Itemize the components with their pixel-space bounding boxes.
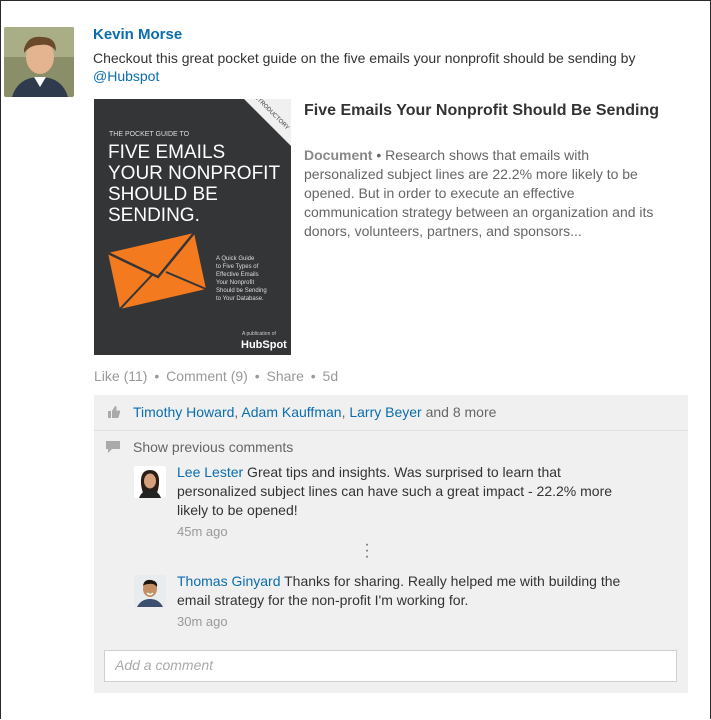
vertical-ellipsis-icon[interactable]: · · · (362, 537, 372, 565)
speech-bubble-icon (105, 440, 121, 459)
comment-body: Thomas Ginyard Thanks for sharing. Reall… (177, 572, 637, 631)
thumb-title-line-2: YOUR NONPROFIT (108, 163, 280, 184)
commenter-name[interactable]: Thomas Ginyard (177, 573, 280, 589)
mention-link[interactable]: @Hubspot (93, 67, 693, 85)
action-separator: • (254, 368, 260, 384)
post-age: 5d (322, 368, 339, 384)
likers-text: Timothy Howard, Adam Kauffman, Larry Bey… (133, 404, 496, 420)
commenter-avatar[interactable] (134, 466, 166, 498)
thumb-blurb-line-5: Should be Sending (216, 288, 267, 294)
thumb-kicker: THE POCKET GUIDE TO (109, 131, 190, 138)
thumb-blurb-line-4: Your Nonprofit (216, 280, 254, 286)
thumb-title-line-4: SENDING. (108, 205, 200, 226)
share-button[interactable]: Share (267, 368, 304, 384)
add-comment-box[interactable] (104, 650, 677, 682)
post-text: Checkout this great pocket guide on the … (93, 49, 693, 85)
document-thumbnail[interactable]: INTRODUCTORY THE POCKET GUIDE TO FIVE EM… (94, 99, 291, 355)
thumbs-up-icon (107, 405, 121, 424)
like-button[interactable]: Like (11) (94, 368, 147, 384)
show-previous-comments[interactable]: Show previous comments (133, 439, 293, 455)
thumb-blurb-line-1: A Quick Guide (216, 256, 255, 262)
hubspot-logo: HubSpot (241, 339, 287, 351)
comment-button[interactable]: Comment (9) (166, 368, 248, 384)
comment-time: 30m ago (177, 614, 228, 629)
thumb-publisher-label: A publication of (242, 331, 277, 337)
liker-name[interactable]: Timothy Howard (133, 404, 234, 420)
comment-text: Great tips and insights. Was surprised t… (177, 464, 613, 518)
post-actions: Like (11) • Comment (9) • Share • 5d (94, 368, 341, 384)
liker-name[interactable]: Adam Kauffman (241, 404, 341, 420)
commenter-avatar[interactable] (134, 575, 166, 607)
document-title[interactable]: Five Emails Your Nonprofit Should Be Sen… (304, 100, 664, 121)
social-panel: Timothy Howard, Adam Kauffman, Larry Bey… (94, 395, 688, 693)
liker-name[interactable]: Larry Beyer (349, 404, 421, 420)
author-name[interactable]: Kevin Morse (93, 26, 182, 43)
thumb-blurb-line-2: to Five Types of (216, 264, 259, 270)
thumb-blurb-line-3: Effective Emails (216, 272, 259, 278)
likes-row: Timothy Howard, Adam Kauffman, Larry Bey… (94, 395, 688, 431)
action-separator: • (154, 368, 160, 384)
likes-more[interactable]: and 8 more (422, 404, 497, 420)
thumb-blurb-line-6: to Your Database. (216, 296, 264, 302)
thumb-title-line-1: FIVE EMAILS (108, 142, 225, 163)
comment-body: Lee Lester Great tips and insights. Was … (177, 463, 637, 541)
commenter-name[interactable]: Lee Lester (177, 464, 243, 480)
comment-time: 45m ago (177, 524, 228, 539)
add-comment-input[interactable] (105, 651, 665, 679)
thumb-title-line-3: SHOULD BE (108, 184, 218, 205)
document-description: Document • Research shows that emails wi… (304, 146, 664, 241)
author-avatar[interactable] (4, 27, 74, 97)
post-body: Checkout this great pocket guide on the … (93, 50, 636, 66)
type-separator: • (372, 147, 386, 163)
document-type: Document (304, 147, 373, 163)
action-separator: • (310, 368, 316, 384)
show-previous-row[interactable]: Show previous comments (94, 431, 688, 461)
